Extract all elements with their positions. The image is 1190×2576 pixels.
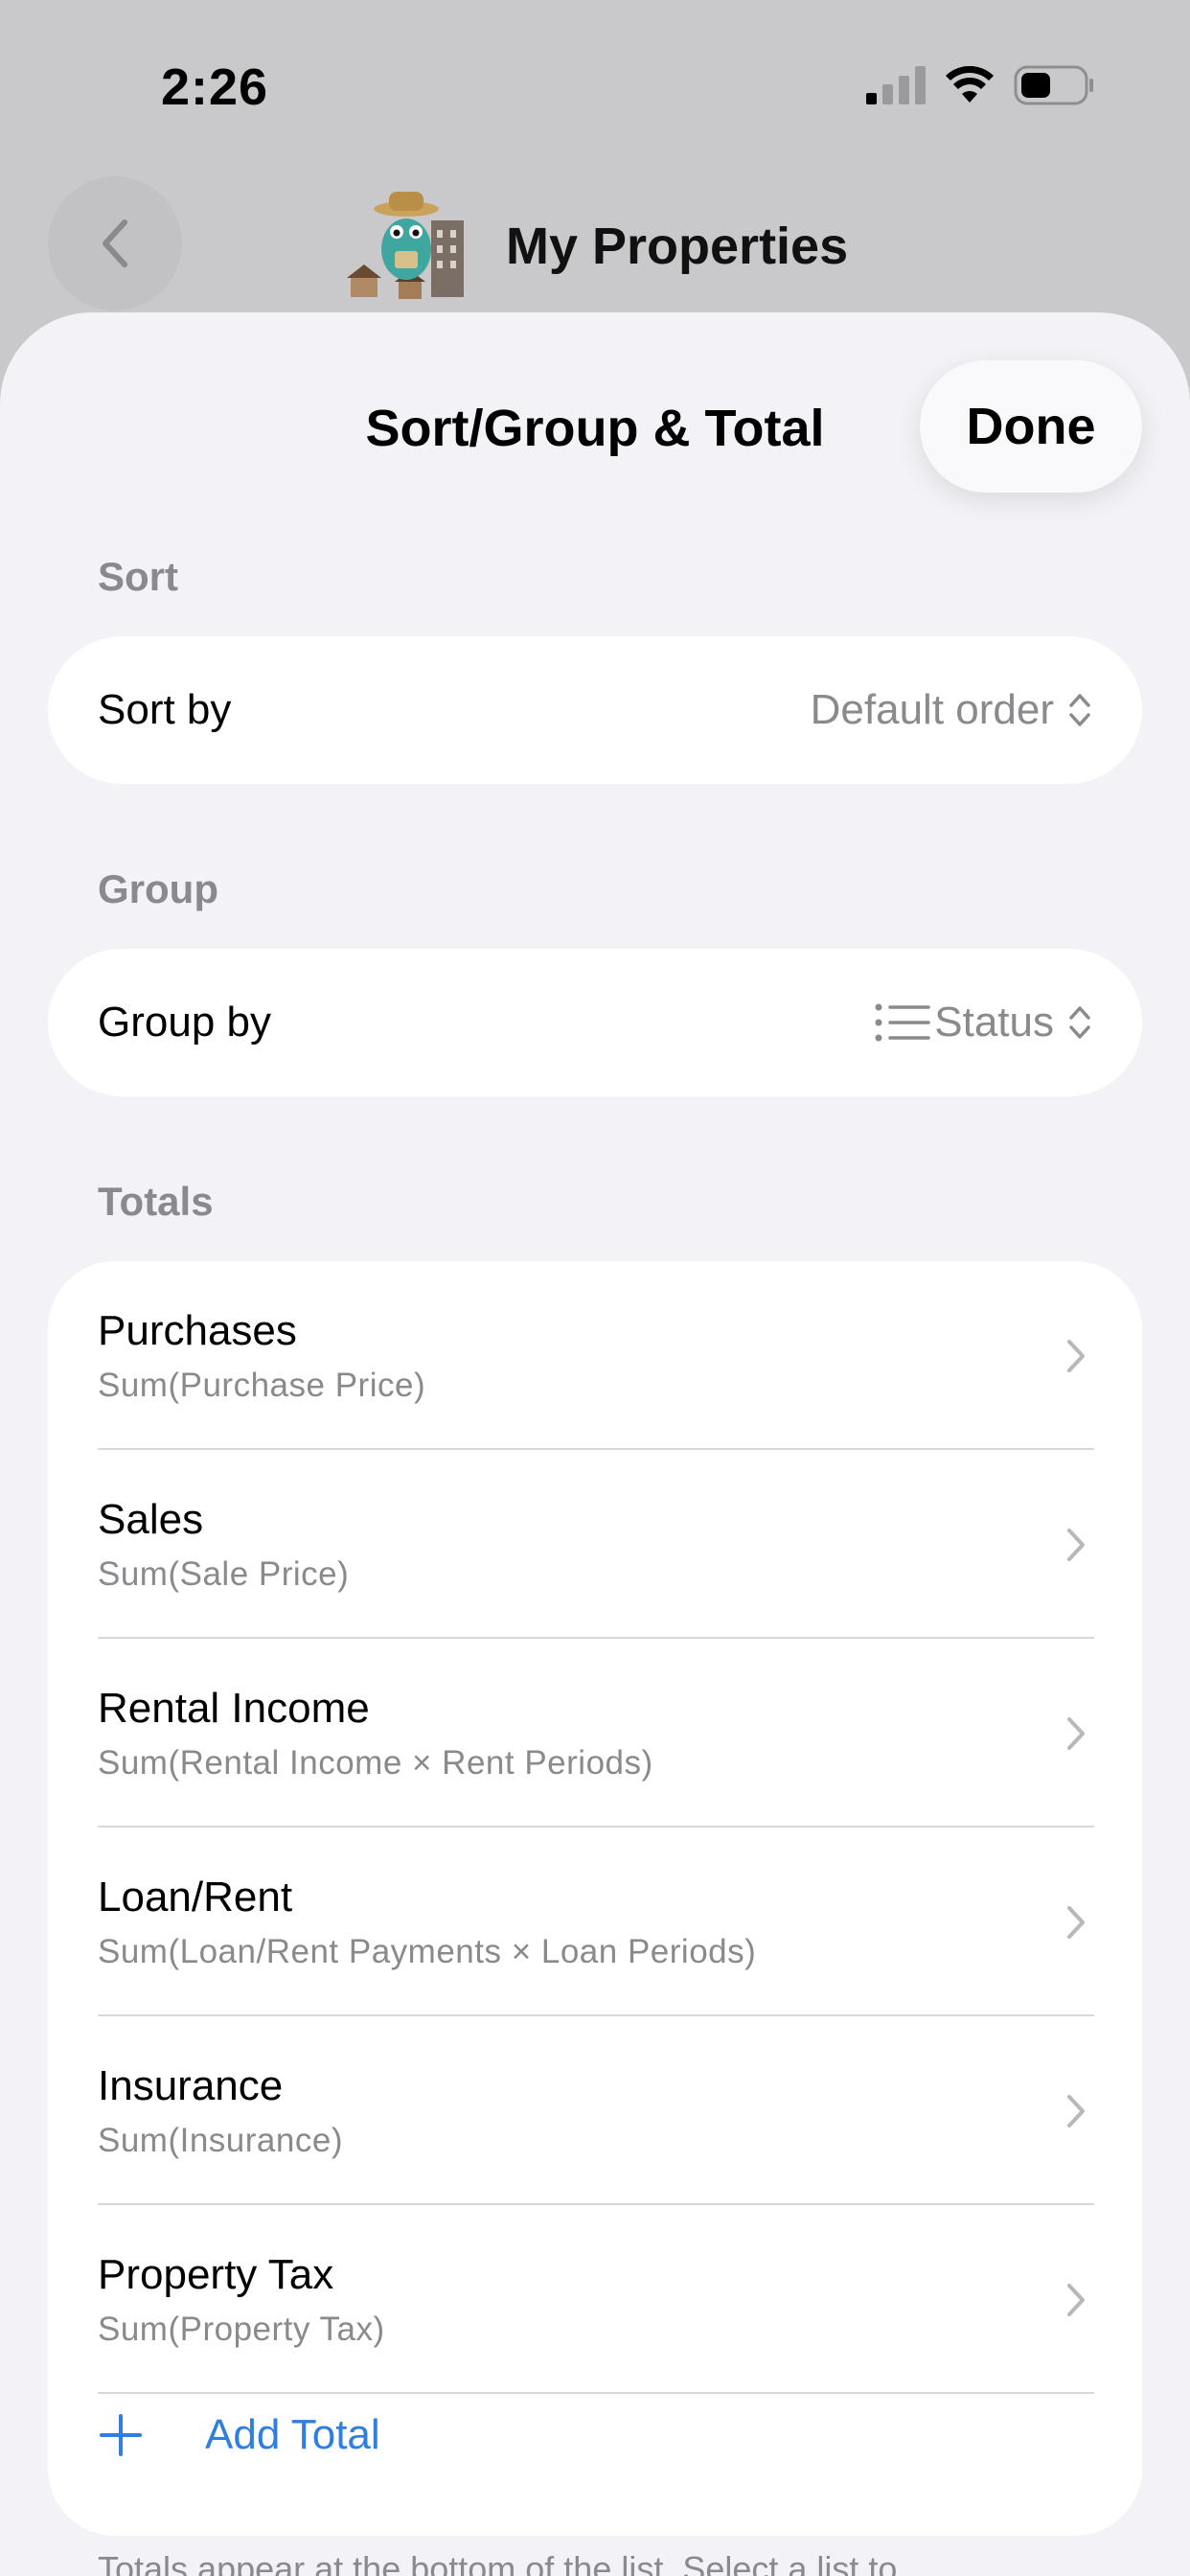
chevron-right-icon xyxy=(1067,2284,1085,2316)
chevron-right-icon xyxy=(1067,1717,1085,1750)
chevron-right-icon xyxy=(1067,1340,1085,1372)
sort-by-label: Sort by xyxy=(98,686,232,733)
updown-chevron-icon xyxy=(1069,694,1090,726)
chevron-right-icon xyxy=(1067,1529,1085,1561)
add-total-button[interactable]: Add Total xyxy=(98,2411,380,2459)
total-formula: Sum(Sale Price) xyxy=(98,1555,350,1593)
navigation-bar: My Properties xyxy=(0,163,1190,326)
app-logo xyxy=(347,192,464,299)
sort-by-picker[interactable]: Default order xyxy=(811,686,1092,734)
back-chevron-icon xyxy=(103,219,127,267)
nav-title: My Properties xyxy=(506,218,849,275)
totals-footer-note: Totals appear at the bottom of the list.… xyxy=(98,2549,898,2576)
chevron-right-icon xyxy=(1067,1906,1085,1939)
back-button[interactable] xyxy=(48,176,182,310)
total-formula: Sum(Loan/Rent Payments × Loan Periods) xyxy=(98,1933,757,1970)
total-title: Loan/Rent xyxy=(98,1874,293,1920)
totals-list: Purchases Sum(Purchase Price) Sales Sum(… xyxy=(48,1261,1142,2536)
sort-by-value: Default order xyxy=(810,686,1054,733)
list-icon xyxy=(875,1003,930,1042)
status-bar: 2:26 xyxy=(0,0,1190,172)
signal-icon xyxy=(866,66,926,104)
done-button[interactable]: Done xyxy=(920,360,1142,493)
total-title: Sales xyxy=(98,1496,204,1543)
totals-section-label: Totals xyxy=(98,1179,214,1224)
total-row-loan-rent[interactable]: Loan/Rent Sum(Loan/Rent Payments × Loan … xyxy=(98,1828,1094,2016)
battery-icon xyxy=(1014,65,1093,105)
plus-icon xyxy=(100,2414,142,2456)
group-by-picker[interactable]: Status xyxy=(875,999,1092,1046)
group-by-row[interactable]: Group by Status xyxy=(48,949,1142,1096)
wifi-icon xyxy=(946,66,994,103)
total-row-insurance[interactable]: Insurance Sum(Insurance) xyxy=(98,2016,1094,2205)
total-formula: Sum(Purchase Price) xyxy=(98,1367,426,1404)
total-formula: Sum(Rental Income × Rent Periods) xyxy=(98,1744,653,1782)
total-title: Rental Income xyxy=(98,1685,370,1732)
status-time: 2:26 xyxy=(161,58,269,116)
total-formula: Sum(Insurance) xyxy=(98,2122,343,2159)
total-title: Property Tax xyxy=(98,2251,334,2298)
total-title: Purchases xyxy=(98,1307,297,1354)
total-row-property-tax[interactable]: Property Tax Sum(Property Tax) xyxy=(98,2205,1094,2394)
total-row-rental-income[interactable]: Rental Income Sum(Rental Income × Rent P… xyxy=(98,1639,1094,1828)
sort-section-label: Sort xyxy=(98,554,178,599)
chevron-right-icon xyxy=(1067,2095,1085,2128)
group-section-label: Group xyxy=(98,866,218,911)
sort-group-total-sheet: Sort/Group & Total Done Sort Sort by Def… xyxy=(0,312,1190,2576)
updown-chevron-icon xyxy=(1069,1006,1090,1039)
total-formula: Sum(Property Tax) xyxy=(98,2311,385,2348)
total-row-purchases[interactable]: Purchases Sum(Purchase Price) xyxy=(98,1261,1094,1450)
total-title: Insurance xyxy=(98,2062,284,2109)
total-row-sales[interactable]: Sales Sum(Sale Price) xyxy=(98,1450,1094,1639)
group-by-label: Group by xyxy=(98,999,271,1046)
group-by-value: Status xyxy=(934,999,1054,1046)
add-total-label: Add Total xyxy=(205,2411,380,2458)
status-icons xyxy=(866,65,1094,105)
sort-by-row[interactable]: Sort by Default order xyxy=(48,636,1142,784)
